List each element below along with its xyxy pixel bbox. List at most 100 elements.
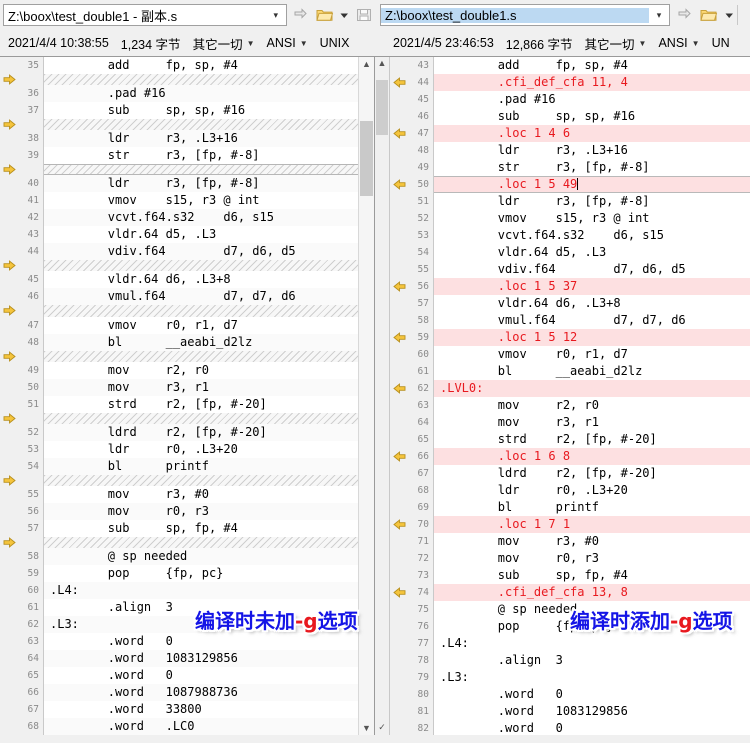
code-row[interactable]: 71 mov r3, #0 xyxy=(390,533,750,550)
code-row[interactable]: 60 .L4: xyxy=(0,581,374,599)
code-text[interactable] xyxy=(44,350,374,362)
left-scroll-track[interactable] xyxy=(359,71,374,721)
code-text[interactable]: .L3: xyxy=(434,669,750,686)
code-row[interactable]: 63 mov r2, r0 xyxy=(390,397,750,414)
chevron-down-icon[interactable]: ▾ xyxy=(266,5,286,25)
right-file-encoding[interactable]: ANSI xyxy=(658,36,687,50)
code-text[interactable]: mov r0, r3 xyxy=(434,550,750,567)
code-row[interactable]: 57 vldr.64 d6, .L3+8 xyxy=(390,295,750,312)
code-text[interactable]: .word 0 xyxy=(44,666,374,684)
code-row[interactable]: 54 vldr.64 d5, .L3 xyxy=(390,244,750,261)
code-text[interactable]: vmov r0, r1, d7 xyxy=(44,316,374,334)
code-row[interactable]: 43 vldr.64 d5, .L3 xyxy=(0,226,374,244)
code-row[interactable]: 53 vcvt.f64.s32 d6, s15 xyxy=(390,227,750,244)
open-folder-icon[interactable] xyxy=(698,4,720,26)
code-text[interactable]: sub sp, fp, #4 xyxy=(434,567,750,584)
right-path-combobox[interactable]: Z:\boox\test_double1.s ▾ xyxy=(380,4,670,26)
code-row[interactable]: 44 .cfi_def_cfa 11, 4 xyxy=(390,74,750,91)
code-row[interactable]: 36 .pad #16 xyxy=(0,85,374,103)
code-row[interactable]: 61 bl __aeabi_d2lz xyxy=(390,363,750,380)
code-row[interactable]: 55 vdiv.f64 d7, d6, d5 xyxy=(390,261,750,278)
code-text[interactable]: ldr r3, .L3+16 xyxy=(434,142,750,159)
diff-marker-arrow-left[interactable] xyxy=(390,584,408,601)
code-row[interactable]: 65 .word 0 xyxy=(0,666,374,684)
code-row[interactable]: 49 mov r2, r0 xyxy=(0,361,374,379)
code-text[interactable]: vmov s15, r3 @ int xyxy=(434,210,750,227)
code-row[interactable]: 66 .loc 1 6 8 xyxy=(390,448,750,465)
code-text[interactable]: add fp, sp, #4 xyxy=(44,57,374,74)
code-text[interactable]: .L4: xyxy=(44,581,374,599)
open-folder-icon[interactable] xyxy=(314,4,336,26)
diff-marker-arrow-left[interactable] xyxy=(390,380,408,397)
code-text[interactable]: vldr.64 d6, .L3+8 xyxy=(44,271,374,289)
code-row[interactable]: 35 add fp, sp, #4 xyxy=(0,57,374,74)
code-text[interactable]: .cfi_def_cfa 11, 4 xyxy=(434,74,750,91)
diff-marker-arrow-right[interactable] xyxy=(0,305,18,317)
diff-marker-arrow-left[interactable] xyxy=(390,176,408,193)
code-text[interactable]: vldr.64 d5, .L3 xyxy=(44,226,374,244)
scroll-up-icon[interactable]: ▲ xyxy=(378,58,387,68)
code-row[interactable]: 46 vmul.f64 d7, d7, d6 xyxy=(0,288,374,306)
dropdown-triangle-icon[interactable] xyxy=(723,4,735,26)
code-row[interactable]: 50 mov r3, r1 xyxy=(0,378,374,396)
code-row[interactable]: 58 vmul.f64 d7, d7, d6 xyxy=(390,312,750,329)
code-text[interactable]: bl __aeabi_d2lz xyxy=(44,333,374,351)
diff-marker-arrow-right[interactable] xyxy=(0,350,18,362)
code-row[interactable]: 72 mov r0, r3 xyxy=(390,550,750,567)
code-text[interactable]: .LVL0: xyxy=(434,380,750,397)
code-row[interactable]: 56 mov r0, r3 xyxy=(0,502,374,520)
code-text[interactable]: .word 1083129856 xyxy=(44,649,374,667)
code-row[interactable]: 47 .loc 1 4 6 xyxy=(390,125,750,142)
chevron-down-icon[interactable]: ▼ xyxy=(247,39,255,48)
code-text[interactable]: mov r0, r3 xyxy=(44,502,374,520)
code-row[interactable]: 74 .cfi_def_cfa 13, 8 xyxy=(390,584,750,601)
code-text[interactable]: vldr.64 d6, .L3+8 xyxy=(434,295,750,312)
code-text[interactable] xyxy=(44,305,374,317)
code-row[interactable]: 52 vmov s15, r3 @ int xyxy=(390,210,750,227)
code-row[interactable] xyxy=(0,305,374,317)
code-text[interactable]: @ sp needed xyxy=(44,547,374,565)
code-row[interactable]: 81 .word 1083129856 xyxy=(390,703,750,720)
code-row[interactable]: 41 vmov s15, r3 @ int xyxy=(0,192,374,210)
code-text[interactable]: .loc 1 6 8 xyxy=(434,448,750,465)
code-row[interactable]: 63 .word 0 xyxy=(0,632,374,650)
code-row[interactable]: 52 ldrd r2, [fp, #-20] xyxy=(0,423,374,441)
refresh-arrow-icon[interactable] xyxy=(673,4,695,26)
code-row[interactable]: 51 ldr r3, [fp, #-8] xyxy=(390,193,750,210)
diff-marker-arrow-right[interactable] xyxy=(0,474,18,486)
code-text[interactable]: .cfi_def_cfa 13, 8 xyxy=(434,584,750,601)
code-row[interactable]: 56 .loc 1 5 37 xyxy=(390,278,750,295)
code-row[interactable]: 43 add fp, sp, #4 xyxy=(390,57,750,74)
chevron-down-icon[interactable]: ▼ xyxy=(639,39,647,48)
code-row[interactable]: 42 vcvt.f64.s32 d6, s15 xyxy=(0,209,374,227)
diff-marker-arrow-left[interactable] xyxy=(390,448,408,465)
code-row[interactable]: 38 ldr r3, .L3+16 xyxy=(0,130,374,148)
code-row[interactable]: 47 vmov r0, r1, d7 xyxy=(0,316,374,334)
code-row[interactable]: 40 ldr r3, [fp, #-8] xyxy=(0,175,374,193)
code-text[interactable]: .word 0 xyxy=(434,686,750,703)
save-disk-icon[interactable] xyxy=(353,4,375,26)
code-row[interactable] xyxy=(0,119,374,131)
code-text[interactable]: vdiv.f64 d7, d6, d5 xyxy=(44,243,374,261)
code-text[interactable]: .loc 1 5 49 xyxy=(434,176,750,193)
scroll-down-icon[interactable]: ▼ xyxy=(362,721,371,735)
code-row[interactable]: 64 .word 1083129856 xyxy=(0,649,374,667)
code-row[interactable]: 39 str r3, [fp, #-8] xyxy=(0,147,374,165)
code-text[interactable]: ldrd r2, [fp, #-20] xyxy=(434,465,750,482)
code-text[interactable]: mov r2, r0 xyxy=(434,397,750,414)
code-text[interactable]: strd r2, [fp, #-20] xyxy=(434,431,750,448)
code-text[interactable]: vdiv.f64 d7, d6, d5 xyxy=(434,261,750,278)
code-text[interactable]: ldr r3, [fp, #-8] xyxy=(434,193,750,210)
code-row[interactable] xyxy=(0,412,374,424)
code-row[interactable]: 55 mov r3, #0 xyxy=(0,485,374,503)
code-row[interactable]: 58 @ sp needed xyxy=(0,547,374,565)
code-row[interactable]: 80 .word 0 xyxy=(390,686,750,703)
code-row[interactable]: 57 sub sp, fp, #4 xyxy=(0,519,374,537)
dropdown-triangle-icon[interactable] xyxy=(339,4,351,26)
code-row[interactable] xyxy=(0,74,374,86)
left-file-mode[interactable]: 其它一切 xyxy=(193,34,243,53)
code-row[interactable]: 68 ldr r0, .L3+20 xyxy=(390,482,750,499)
code-text[interactable]: .word 1087988736 xyxy=(44,683,374,701)
code-text[interactable]: .loc 1 4 6 xyxy=(434,125,750,142)
diff-marker-arrow-left[interactable] xyxy=(390,74,408,91)
